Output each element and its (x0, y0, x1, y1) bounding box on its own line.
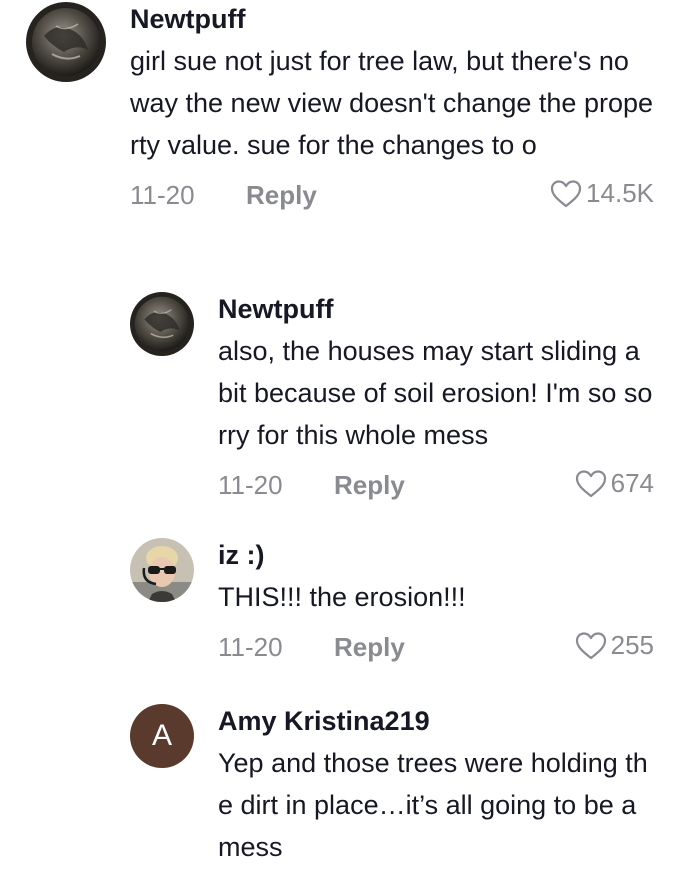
comments-list: Newtpuff girl sue not just for tree law,… (0, 0, 700, 878)
like-button[interactable]: 674 (575, 468, 654, 499)
like-count: 255 (610, 630, 654, 660)
comment-meta: 11-20 Reply 14.5K (130, 176, 654, 216)
user-avatar[interactable] (130, 538, 194, 602)
user-avatar[interactable] (26, 2, 106, 82)
comment-date: 11-20 (218, 632, 283, 662)
comment-text: THIS!!! the erosion!!! (218, 582, 466, 612)
heart-icon (550, 179, 582, 207)
comment-item: iz :) THIS!!! the erosion!!! 11-20 Reply… (130, 538, 654, 668)
moon-avatar-icon (130, 292, 194, 356)
comment-meta: 11-20 Reply 255 (218, 628, 654, 668)
comment-text: also, the houses may start sliding a bit… (218, 336, 653, 450)
heart-icon (575, 469, 606, 497)
user-avatar[interactable]: A (130, 704, 194, 768)
user-avatar[interactable] (130, 292, 194, 356)
comment-username[interactable]: Newtpuff (130, 2, 654, 36)
comment-date: 11-20 (218, 470, 283, 500)
comment-meta: 11-20 Reply 674 (218, 466, 654, 506)
like-button[interactable]: 14.5K (550, 178, 654, 209)
like-count: 14.5K (586, 178, 654, 208)
comment-item: A Amy Kristina219 Yep and those trees we… (130, 704, 654, 874)
reply-button[interactable]: Reply (334, 632, 405, 663)
like-button[interactable]: 255 (575, 630, 654, 661)
comment-text: Yep and those trees were holding the dir… (218, 748, 648, 862)
comment-date: 11-20 (130, 180, 195, 210)
photo-avatar-icon (130, 538, 194, 602)
reply-button[interactable]: Reply (334, 470, 405, 501)
comment-text: girl sue not just for tree law, but ther… (130, 46, 653, 160)
comment-username[interactable]: iz :) (218, 538, 654, 572)
moon-avatar-icon (26, 2, 106, 82)
comment-username[interactable]: Newtpuff (218, 292, 654, 326)
comment-item: Newtpuff also, the houses may start slid… (130, 292, 654, 502)
reply-button[interactable]: Reply (246, 180, 317, 211)
avatar-letter: A (151, 719, 172, 752)
like-count: 674 (610, 468, 654, 498)
comment-username[interactable]: Amy Kristina219 (218, 704, 654, 738)
heart-icon (575, 631, 606, 659)
comment-item: Newtpuff girl sue not just for tree law,… (26, 2, 654, 252)
